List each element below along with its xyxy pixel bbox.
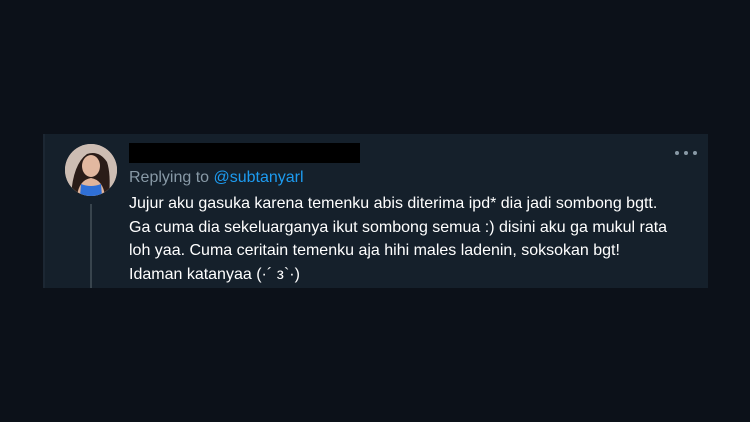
avatar-photo [65,144,117,196]
avatar[interactable] [65,144,117,196]
tweet-text: Jujur aku gasuka karena temenku abis dit… [129,195,668,283]
more-horizontal-icon [675,151,679,155]
tweet-card[interactable]: Replying to @subtanyarl Jujur aku gasuka… [43,134,708,288]
more-options-button[interactable] [675,146,697,160]
more-horizontal-icon [693,151,697,155]
replying-to-label: Replying to [129,169,210,186]
replying-to-handle-link[interactable]: @subtanyarl [214,169,304,186]
redacted-name-bar [129,143,360,163]
replying-to: Replying to @subtanyarl [129,168,304,188]
thread-line [90,204,92,288]
more-horizontal-icon [684,151,688,155]
